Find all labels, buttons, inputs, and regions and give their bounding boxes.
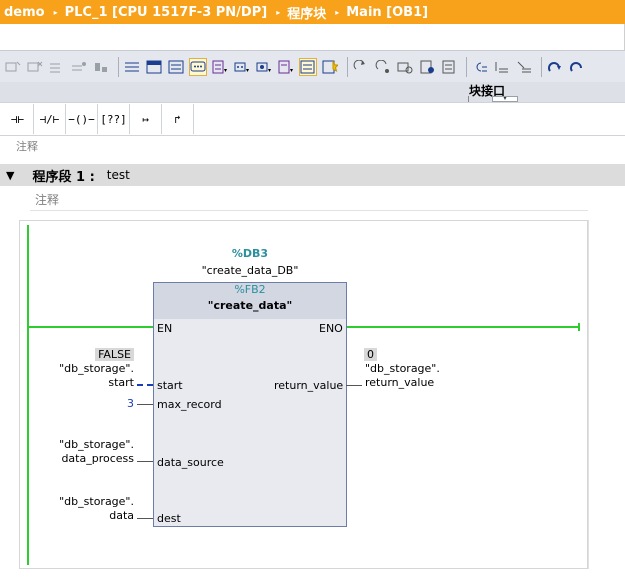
data-source-connection bbox=[137, 461, 153, 462]
dest-connection bbox=[137, 518, 153, 519]
pin-start[interactable]: start bbox=[157, 379, 183, 392]
toolbar-divider bbox=[118, 56, 119, 77]
absolute-symbolic-icon[interactable] bbox=[515, 58, 533, 76]
network-comment[interactable]: 注释 bbox=[30, 189, 588, 211]
toggle-icon[interactable] bbox=[493, 58, 511, 76]
close-branch-icon[interactable]: ↱ bbox=[162, 104, 194, 134]
eno-wire bbox=[346, 326, 579, 328]
watch-icon[interactable] bbox=[471, 58, 489, 76]
toolbar-divider bbox=[541, 56, 542, 77]
instance-db-name[interactable]: "create_data_DB" bbox=[153, 264, 347, 277]
go-to-error-icon[interactable] bbox=[352, 58, 370, 76]
symbol-info-icon[interactable] bbox=[255, 58, 273, 76]
return-operand-member[interactable]: return_value bbox=[365, 376, 434, 389]
network-comments-icon[interactable] bbox=[189, 57, 207, 76]
previous-error-icon[interactable] bbox=[374, 58, 392, 76]
max-record-operand[interactable]: 3 bbox=[127, 397, 134, 410]
start-connection bbox=[137, 384, 153, 386]
power-rail bbox=[27, 225, 29, 565]
pin-en[interactable]: EN bbox=[157, 322, 172, 335]
normally-closed-contact-icon[interactable]: ⊣/⊢ bbox=[34, 104, 66, 134]
breadcrumb: demo ▸ PLC_1 [CPU 1517F-3 PN/DP] ▸ 程序块 ▸… bbox=[0, 0, 625, 24]
return-operand-db[interactable]: "db_storage". bbox=[365, 362, 440, 375]
pin-max-record[interactable]: max_record bbox=[157, 398, 222, 411]
return-live-value: 0 bbox=[364, 348, 377, 361]
instance-db-number[interactable]: %DB3 bbox=[153, 247, 347, 260]
update-calls-icon[interactable] bbox=[418, 58, 436, 76]
en-wire bbox=[29, 326, 154, 328]
pin-dest[interactable]: dest bbox=[157, 512, 181, 525]
network-comment-text: 注释 bbox=[35, 193, 60, 207]
breadcrumb-block[interactable]: Main [OB1] bbox=[346, 5, 428, 20]
coil-icon[interactable]: −()− bbox=[66, 104, 98, 134]
pin-return-value[interactable]: return_value bbox=[274, 379, 343, 392]
chevron-right-icon: ▸ bbox=[276, 7, 281, 17]
dest-operand-db[interactable]: "db_storage". bbox=[59, 495, 134, 508]
insert-network-icon[interactable] bbox=[4, 58, 22, 76]
breadcrumb-project[interactable]: demo bbox=[4, 5, 45, 20]
toolbar-divider bbox=[347, 56, 348, 77]
delete-network-icon[interactable] bbox=[26, 58, 44, 76]
add-row-icon[interactable] bbox=[70, 58, 88, 76]
start-operand-member[interactable]: start bbox=[108, 376, 134, 389]
toolbar-divider bbox=[466, 56, 467, 77]
chevron-right-icon: ▸ bbox=[335, 7, 340, 17]
open-branch-icon[interactable]: ↦ bbox=[130, 104, 162, 134]
breadcrumb-program-blocks[interactable]: 程序块 bbox=[287, 3, 326, 22]
breadcrumb-device[interactable]: PLC_1 [CPU 1517F-3 PN/DP] bbox=[65, 5, 268, 20]
editor-right-border bbox=[588, 220, 589, 569]
monitor-icon[interactable] bbox=[321, 58, 339, 76]
fb-number: %FB2 bbox=[234, 283, 266, 296]
compare-icon[interactable] bbox=[440, 58, 458, 76]
window-spacer bbox=[0, 24, 625, 50]
wire-end-marker bbox=[578, 323, 580, 331]
chevron-right-icon: ▸ bbox=[53, 7, 58, 17]
lad-instruction-toolbar: ⊣⊢ ⊣/⊢ −()− [??] ↦ ↱ bbox=[0, 102, 625, 136]
start-operand-db[interactable]: "db_storage". bbox=[59, 362, 134, 375]
pin-eno[interactable]: ENO bbox=[319, 322, 343, 335]
dest-operand-member[interactable]: data bbox=[109, 509, 134, 522]
open-all-icon[interactable] bbox=[211, 58, 229, 76]
pin-data-source[interactable]: data_source bbox=[157, 456, 224, 469]
show-symbols-icon[interactable] bbox=[277, 58, 295, 76]
block-interface-bar[interactable]: 块接口 ▾ bbox=[0, 82, 625, 102]
network-title: 程序段 1 : bbox=[32, 169, 95, 185]
start-live-value: FALSE bbox=[95, 348, 134, 361]
empty-box-icon[interactable]: [??] bbox=[98, 104, 130, 134]
next-error-icon[interactable] bbox=[396, 58, 414, 76]
absolute-operands-icon[interactable] bbox=[123, 58, 141, 76]
insert-row-icon[interactable] bbox=[48, 58, 66, 76]
fb-name: "create_data" bbox=[207, 299, 293, 312]
favorites-icon[interactable] bbox=[145, 58, 163, 76]
monitoring-on-icon[interactable] bbox=[546, 58, 564, 76]
monitoring-off-icon[interactable] bbox=[568, 58, 586, 76]
close-all-icon[interactable] bbox=[233, 58, 251, 76]
normally-open-contact-icon[interactable]: ⊣⊢ bbox=[2, 104, 34, 134]
return-value-connection bbox=[346, 385, 362, 386]
data-source-operand-member[interactable]: data_process bbox=[61, 452, 134, 465]
block-comment[interactable]: 注释 bbox=[16, 138, 38, 154]
show-favorites-icon[interactable] bbox=[299, 57, 317, 76]
collapse-triangle-icon[interactable]: ▼ bbox=[6, 169, 14, 182]
data-source-operand-db[interactable]: "db_storage". bbox=[59, 438, 134, 451]
network-header[interactable]: ▼ 程序段 1 : test bbox=[0, 164, 625, 186]
network-name[interactable]: test bbox=[107, 168, 130, 182]
link-icon[interactable] bbox=[92, 58, 110, 76]
max-record-connection bbox=[137, 404, 153, 405]
comments-icon[interactable] bbox=[167, 58, 185, 76]
editor-toolbar bbox=[0, 50, 625, 82]
